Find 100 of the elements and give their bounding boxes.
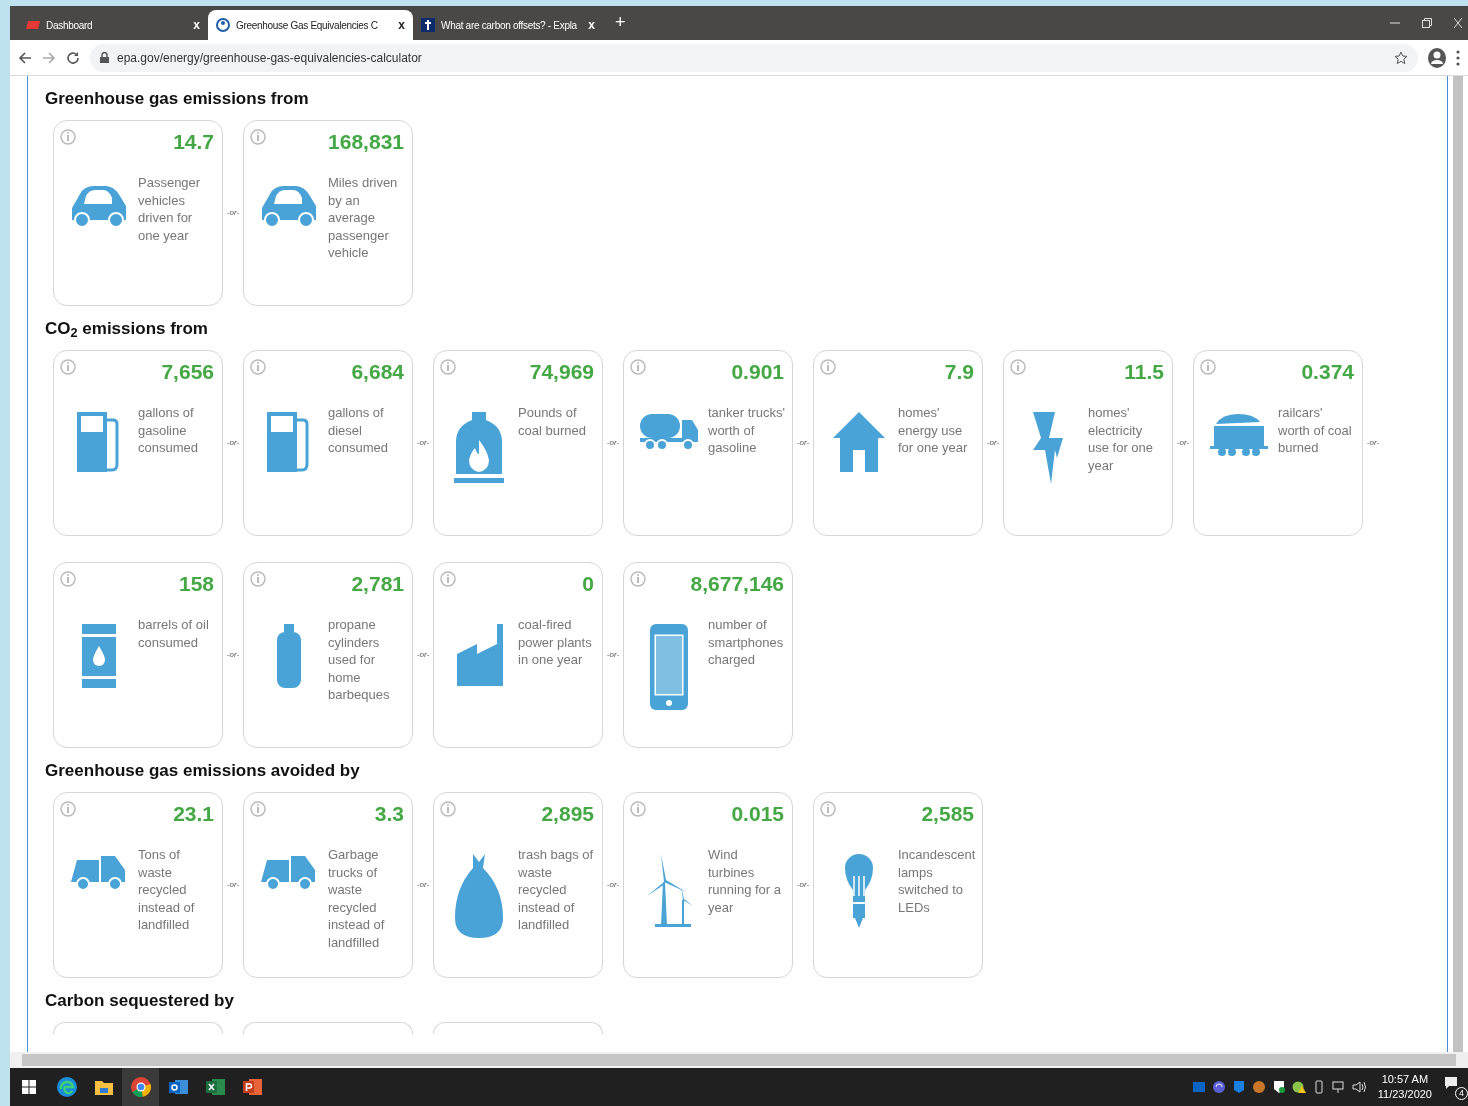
or-separator: -or- <box>416 437 430 449</box>
star-icon[interactable] <box>1394 50 1408 65</box>
network-icon[interactable] <box>1331 1080 1346 1094</box>
equivalency-value: 2,895 <box>541 803 594 824</box>
info-icon[interactable] <box>1200 359 1216 375</box>
clock[interactable]: 10:57 AM 11/23/2020 <box>1371 1072 1438 1102</box>
equivalency-description: barrels of oil consumed <box>138 616 210 651</box>
edge-browser-icon[interactable] <box>55 1076 78 1098</box>
chrome-icon[interactable] <box>129 1076 152 1098</box>
equivalency-description: gallons of gasoline consumed <box>138 404 199 457</box>
figure-icon <box>421 18 435 32</box>
info-icon[interactable] <box>630 801 646 817</box>
equivalency-description: homes' electricity use for one year <box>1088 404 1155 474</box>
or-separator: -or- <box>416 879 430 891</box>
info-icon[interactable] <box>820 801 836 817</box>
equivalency-description: trash bags of waste recycled instead of landfilled <box>518 846 595 934</box>
time-text: 10:57 AM <box>1381 1072 1429 1087</box>
or-separator: -or- <box>796 879 810 891</box>
gas-cylinder-icon <box>275 622 303 690</box>
equivalency-description: Passenger vehicles driven for one year <box>138 174 202 244</box>
speaker-icon[interactable] <box>1351 1080 1366 1094</box>
profile-icon[interactable] <box>1428 47 1446 68</box>
new-tab-button[interactable]: + <box>615 9 626 36</box>
equivalency-value: 23.1 <box>173 803 214 824</box>
smartphone-icon <box>648 622 690 712</box>
or-separator: -or- <box>606 879 620 891</box>
info-icon[interactable] <box>250 571 266 587</box>
forward-arrow-icon[interactable] <box>42 50 56 65</box>
tab-title: Greenhouse Gas Equivalencies C <box>236 18 379 33</box>
equivalency-value: 11.5 <box>1124 361 1164 382</box>
equivalency-description: Wind turbines running for a year <box>708 846 782 916</box>
equivalency-value: 0 <box>582 573 594 594</box>
vertical-scrollbar[interactable] <box>1453 76 1463 1052</box>
info-icon[interactable] <box>250 801 266 817</box>
equivalency-value: 0.374 <box>1301 361 1354 382</box>
or-separator: -or- <box>606 649 620 661</box>
close-icon[interactable] <box>1454 18 1462 28</box>
restore-icon[interactable] <box>1422 18 1432 28</box>
equivalency-description: gallons of diesel consumed <box>328 404 389 457</box>
barrel-icon <box>80 622 118 690</box>
or-separator: -or- <box>986 437 1000 449</box>
info-icon[interactable] <box>60 571 76 587</box>
house-icon <box>831 410 887 474</box>
ball-icon[interactable] <box>1251 1080 1266 1094</box>
equivalency-value: 2,781 <box>351 573 404 594</box>
address-field[interactable]: epa.gov/energy/greenhouse-gas-equivalencies-calculator <box>90 43 1418 72</box>
equivalency-value: 3.3 <box>374 803 404 824</box>
tab-close-button[interactable]: x <box>588 16 595 34</box>
equivalency-description: Incandescent lamps switched to LEDs <box>898 846 976 916</box>
equivalency-description: number of smartphones charged <box>708 616 785 669</box>
browser-tab[interactable]: Greenhouse Gas Equivalencies C x <box>208 10 413 40</box>
presentation-app-icon[interactable] <box>240 1076 263 1098</box>
equivalency-value: 0.015 <box>731 803 784 824</box>
info-icon[interactable] <box>250 129 266 145</box>
info-icon[interactable] <box>1010 359 1026 375</box>
furnace-icon <box>452 410 506 484</box>
warning-icon[interactable] <box>1291 1080 1306 1094</box>
light-bulb-icon <box>843 852 875 930</box>
equivalency-value: 2,585 <box>921 803 974 824</box>
notification-icon[interactable] <box>1444 1076 1458 1090</box>
equivalency-description: tanker trucks' worth of gasoline <box>708 404 786 457</box>
or-separator: -or- <box>606 437 620 449</box>
equivalency-value: 6,684 <box>351 361 404 382</box>
info-icon[interactable] <box>440 801 456 817</box>
info-icon[interactable] <box>440 571 456 587</box>
equivalency-value: 0.901 <box>731 361 784 382</box>
equivalency-value: 7.9 <box>944 361 974 382</box>
tab-close-button[interactable]: x <box>193 16 200 34</box>
tab-title: Dashboard <box>46 18 94 33</box>
lock-icon <box>100 52 109 63</box>
info-icon[interactable] <box>630 359 646 375</box>
windows-logo-icon[interactable] <box>22 1080 36 1094</box>
section-heading: Carbon sequestered by <box>45 990 235 1012</box>
info-icon[interactable] <box>60 801 76 817</box>
notification-count: 4 <box>1455 1087 1468 1100</box>
sync-icon[interactable] <box>1211 1080 1226 1094</box>
factory-icon <box>455 622 503 688</box>
browser-tab[interactable]: What are carbon offsets? - Expla x <box>413 10 603 40</box>
or-separator: -or- <box>1366 437 1380 449</box>
equivalency-description: Tons of waste recycled instead of landfilled <box>138 846 196 934</box>
horizontal-scrollbar[interactable] <box>22 1054 1456 1066</box>
equivalency-value: 8,677,146 <box>690 573 784 594</box>
spreadsheet-app-icon[interactable] <box>203 1076 226 1098</box>
browser-tab[interactable]: Dashboard x <box>18 10 208 40</box>
tab-title: What are carbon offsets? - Expla <box>441 18 578 33</box>
reload-icon[interactable] <box>66 50 80 65</box>
tab-close-button[interactable]: x <box>398 16 405 34</box>
menu-dots-icon[interactable] <box>1456 49 1460 66</box>
or-separator: -or- <box>226 879 240 891</box>
or-separator: -or- <box>226 437 240 449</box>
info-icon[interactable] <box>60 359 76 375</box>
info-icon[interactable] <box>60 129 76 145</box>
or-separator: -or- <box>226 649 240 661</box>
or-separator: -or- <box>796 437 810 449</box>
info-icon[interactable] <box>440 359 456 375</box>
info-icon[interactable] <box>820 359 836 375</box>
back-arrow-icon[interactable] <box>18 50 32 65</box>
info-icon[interactable] <box>630 571 646 587</box>
info-icon[interactable] <box>250 359 266 375</box>
section-heading: Greenhouse gas emissions avoided by <box>45 760 361 782</box>
